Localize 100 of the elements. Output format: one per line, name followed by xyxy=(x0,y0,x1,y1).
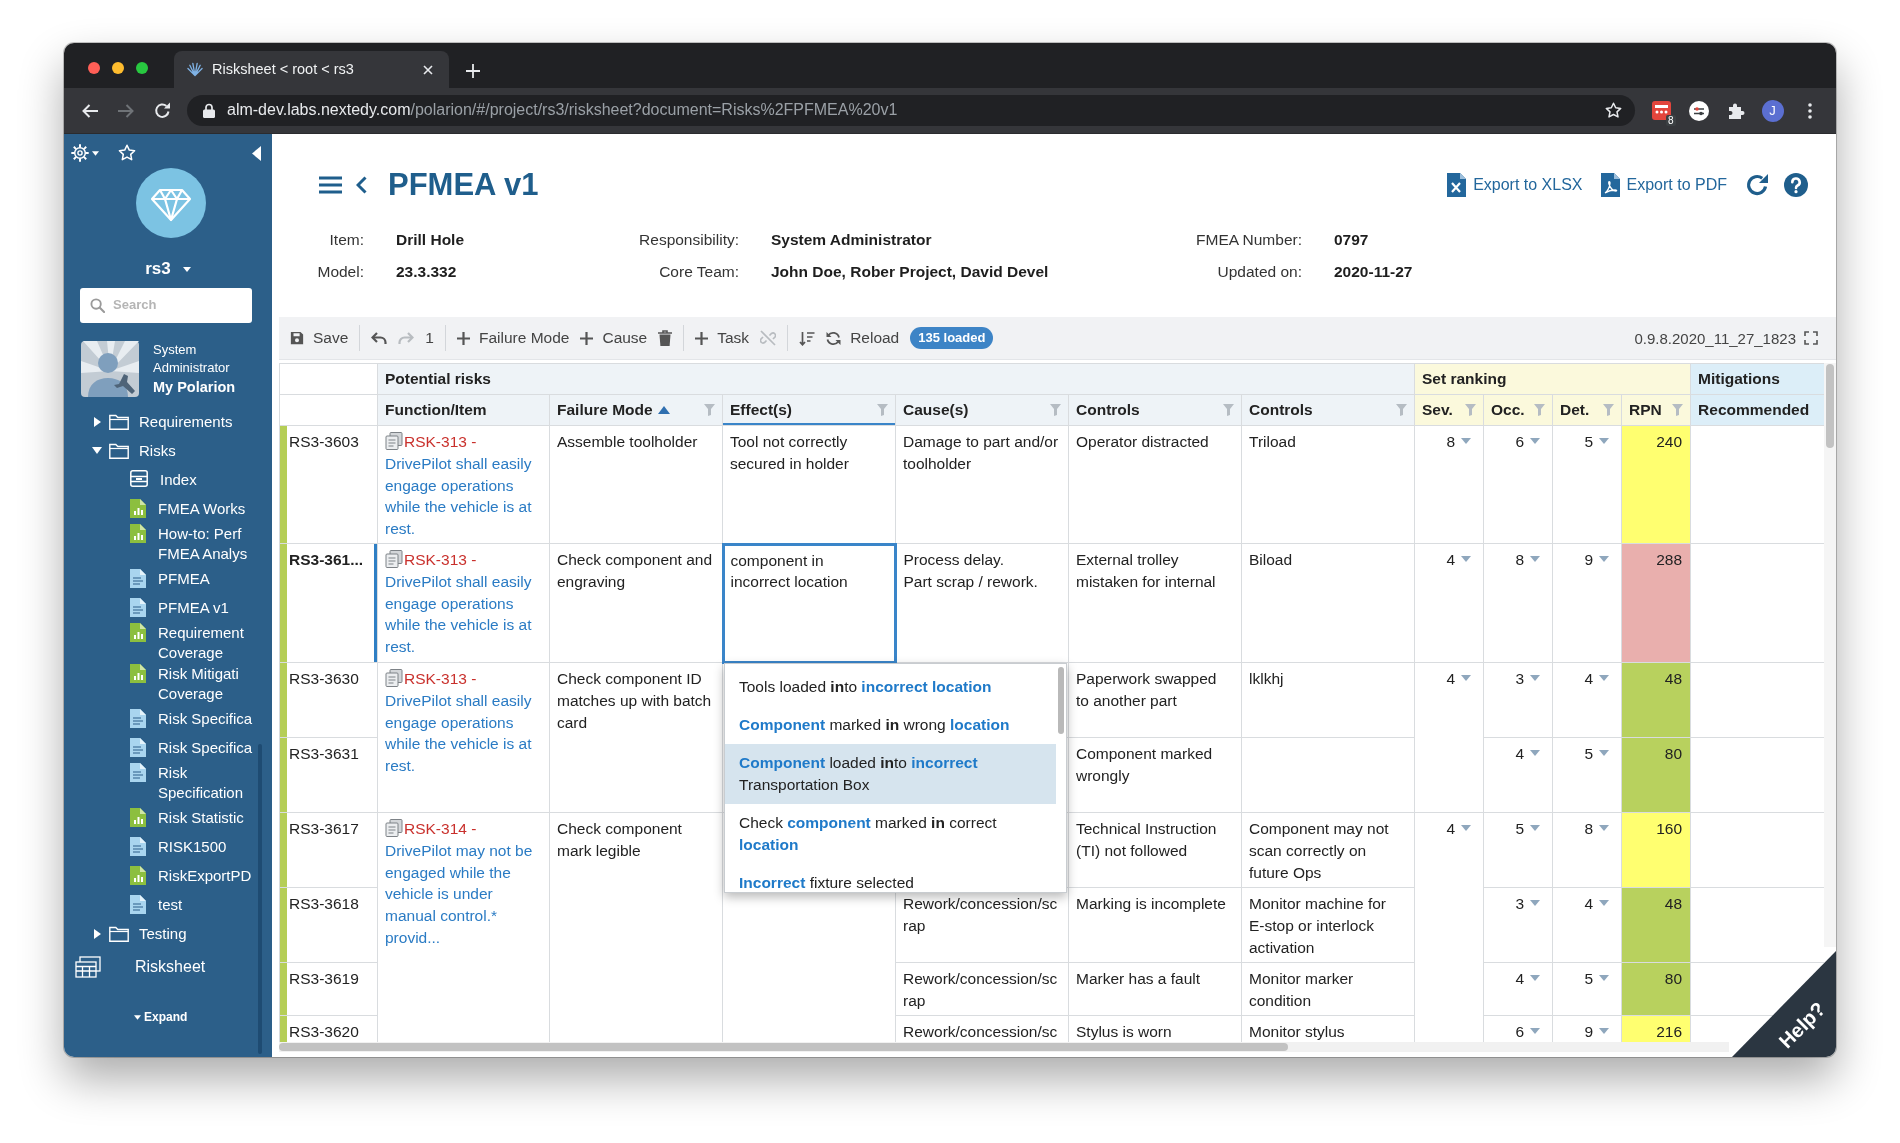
dropdown-caret-icon[interactable] xyxy=(1530,675,1541,681)
filter-icon[interactable] xyxy=(1465,404,1477,416)
expand-button[interactable]: Expand xyxy=(134,1009,188,1025)
window-zoom-icon[interactable] xyxy=(136,61,148,74)
tree-item[interactable]: Risks xyxy=(109,440,176,461)
column-header[interactable]: Recommended xyxy=(1690,394,1824,426)
dropdown-caret-icon[interactable] xyxy=(1530,825,1541,831)
tree-item[interactable]: Risk Specification xyxy=(130,763,255,802)
scrollbar-thumb[interactable] xyxy=(279,1043,1288,1051)
sort-icon[interactable] xyxy=(799,330,816,346)
filter-icon[interactable] xyxy=(1534,404,1546,416)
tree-item[interactable]: PFMEA v1 xyxy=(130,597,229,618)
more-icon[interactable] xyxy=(1807,102,1812,119)
column-header[interactable]: Failure Mode xyxy=(549,394,723,426)
export-xlsx-link[interactable]: Export to XLSX xyxy=(1447,173,1583,197)
undo-icon[interactable] xyxy=(371,331,388,345)
suggestion-option[interactable]: Component marked in wrong location xyxy=(725,706,1056,744)
add-button[interactable]: Cause xyxy=(580,328,648,348)
search-field[interactable]: Search xyxy=(80,288,252,323)
tree-item[interactable]: Index xyxy=(130,469,197,490)
tree-item[interactable]: Risk Specifica xyxy=(130,737,253,758)
row-id-cell[interactable]: RS3-3617 xyxy=(279,812,378,888)
tree-item[interactable]: Risk Specifica xyxy=(130,708,253,729)
back-icon[interactable] xyxy=(81,102,99,119)
tree-item[interactable]: FMEA Works xyxy=(130,498,246,519)
tree-item[interactable]: RiskExportPD xyxy=(130,865,252,886)
add-button[interactable]: Task xyxy=(695,328,750,348)
filter-icon[interactable] xyxy=(1603,404,1615,416)
tree-item[interactable]: Testing xyxy=(109,923,187,944)
column-header[interactable]: Sev. xyxy=(1414,394,1484,426)
chevron-icon[interactable] xyxy=(356,176,367,194)
menu-icon[interactable] xyxy=(319,176,342,194)
dropdown-caret-icon[interactable] xyxy=(1599,750,1610,756)
dropdown-caret-icon[interactable] xyxy=(1461,825,1472,831)
scrollbar-thumb[interactable] xyxy=(1058,667,1064,734)
dropdown-caret-icon[interactable] xyxy=(1461,438,1472,444)
tree-item[interactable]: How-to: Perf FMEA Analys xyxy=(130,524,255,563)
filter-icon[interactable] xyxy=(1396,404,1408,416)
row-id-cell[interactable]: RS3-3603 xyxy=(279,425,378,544)
tree-item[interactable]: RISK1500 xyxy=(130,836,227,857)
column-header[interactable]: Controls xyxy=(1241,394,1415,426)
reload-button[interactable]: Reload xyxy=(826,328,900,348)
dropdown-caret-icon[interactable] xyxy=(1599,1028,1610,1034)
window-minimize-icon[interactable] xyxy=(112,61,124,74)
dropdown-caret-icon[interactable] xyxy=(1599,675,1610,681)
refresh-icon[interactable] xyxy=(1745,173,1769,197)
search-input[interactable]: Search xyxy=(113,296,243,315)
caret-icon[interactable] xyxy=(92,447,102,454)
column-header[interactable]: Function/Item xyxy=(377,394,550,426)
scrollbar-track[interactable] xyxy=(1824,363,1836,947)
column-header[interactable]: Occ. xyxy=(1483,394,1553,426)
export-pdf-link[interactable]: Export to PDF xyxy=(1600,173,1727,197)
fullscreen-icon[interactable] xyxy=(1804,331,1818,345)
suggestion-option[interactable]: Component loaded into incorrect Transportation Box xyxy=(725,744,1056,804)
dropdown-caret-icon[interactable] xyxy=(1599,825,1610,831)
row-id-cell[interactable]: RS3-3618 xyxy=(279,887,378,963)
tree-item[interactable]: Risk Statistic xyxy=(130,807,244,828)
dropdown-caret-icon[interactable] xyxy=(1599,975,1610,981)
puzzle-icon[interactable] xyxy=(1726,101,1745,120)
tree-item[interactable]: PFMEA xyxy=(130,568,210,589)
dropdown-caret-icon[interactable] xyxy=(1461,675,1472,681)
scrollbar-thumb[interactable] xyxy=(1826,364,1834,448)
dropdown-caret-icon[interactable] xyxy=(1599,900,1610,906)
row-id-cell[interactable]: RS3-3630 xyxy=(279,662,378,738)
caret-icon[interactable] xyxy=(252,145,261,161)
caret-icon[interactable] xyxy=(182,266,191,272)
column-header[interactable]: Cause(s) xyxy=(895,394,1069,426)
column-header[interactable]: Controls xyxy=(1068,394,1242,426)
column-header[interactable]: RPN xyxy=(1621,394,1691,426)
dropdown-caret-icon[interactable] xyxy=(1530,750,1541,756)
add-button[interactable]: Failure Mode xyxy=(456,328,570,348)
caret-icon[interactable] xyxy=(93,928,101,939)
trash-icon[interactable] xyxy=(658,330,673,346)
scrollbar-track[interactable] xyxy=(279,1042,1729,1052)
dropdown-caret-icon[interactable] xyxy=(1461,556,1472,562)
dropdown-caret-icon[interactable] xyxy=(1599,556,1610,562)
dropdown-caret-icon[interactable] xyxy=(1530,1028,1541,1034)
dropdown-caret-icon[interactable] xyxy=(1530,900,1541,906)
filter-icon[interactable] xyxy=(1672,404,1684,416)
filter-icon[interactable] xyxy=(1050,404,1061,416)
row-id-cell[interactable]: RS3-361... xyxy=(279,543,378,663)
my-polarion-link[interactable]: My Polarion xyxy=(153,377,236,397)
dropdown-caret-icon[interactable] xyxy=(1530,975,1541,981)
caret-icon[interactable] xyxy=(92,150,99,156)
tree-item[interactable]: test xyxy=(130,894,183,915)
suggestion-option[interactable]: Tools loaded into incorrect location xyxy=(725,668,1056,706)
row-id-cell[interactable]: RS3-3619 xyxy=(279,962,378,1016)
close-icon[interactable] xyxy=(423,64,433,75)
dropdown-caret-icon[interactable] xyxy=(1530,438,1541,444)
profile-button[interactable]: J xyxy=(1761,99,1784,122)
sort-ascending-icon[interactable] xyxy=(657,406,670,414)
filter-icon[interactable] xyxy=(1223,404,1234,416)
settings-icon[interactable] xyxy=(71,144,89,162)
star-icon[interactable] xyxy=(1605,102,1622,119)
row-id-cell[interactable]: RS3-3631 xyxy=(279,737,378,813)
window-close-icon[interactable] xyxy=(88,61,100,74)
tree-item[interactable]: Requirement Coverage xyxy=(130,623,255,662)
nav-item[interactable]: Risksheet xyxy=(75,956,206,978)
column-header[interactable]: Det. xyxy=(1552,394,1622,426)
tree-item[interactable]: Requirements xyxy=(109,411,233,432)
